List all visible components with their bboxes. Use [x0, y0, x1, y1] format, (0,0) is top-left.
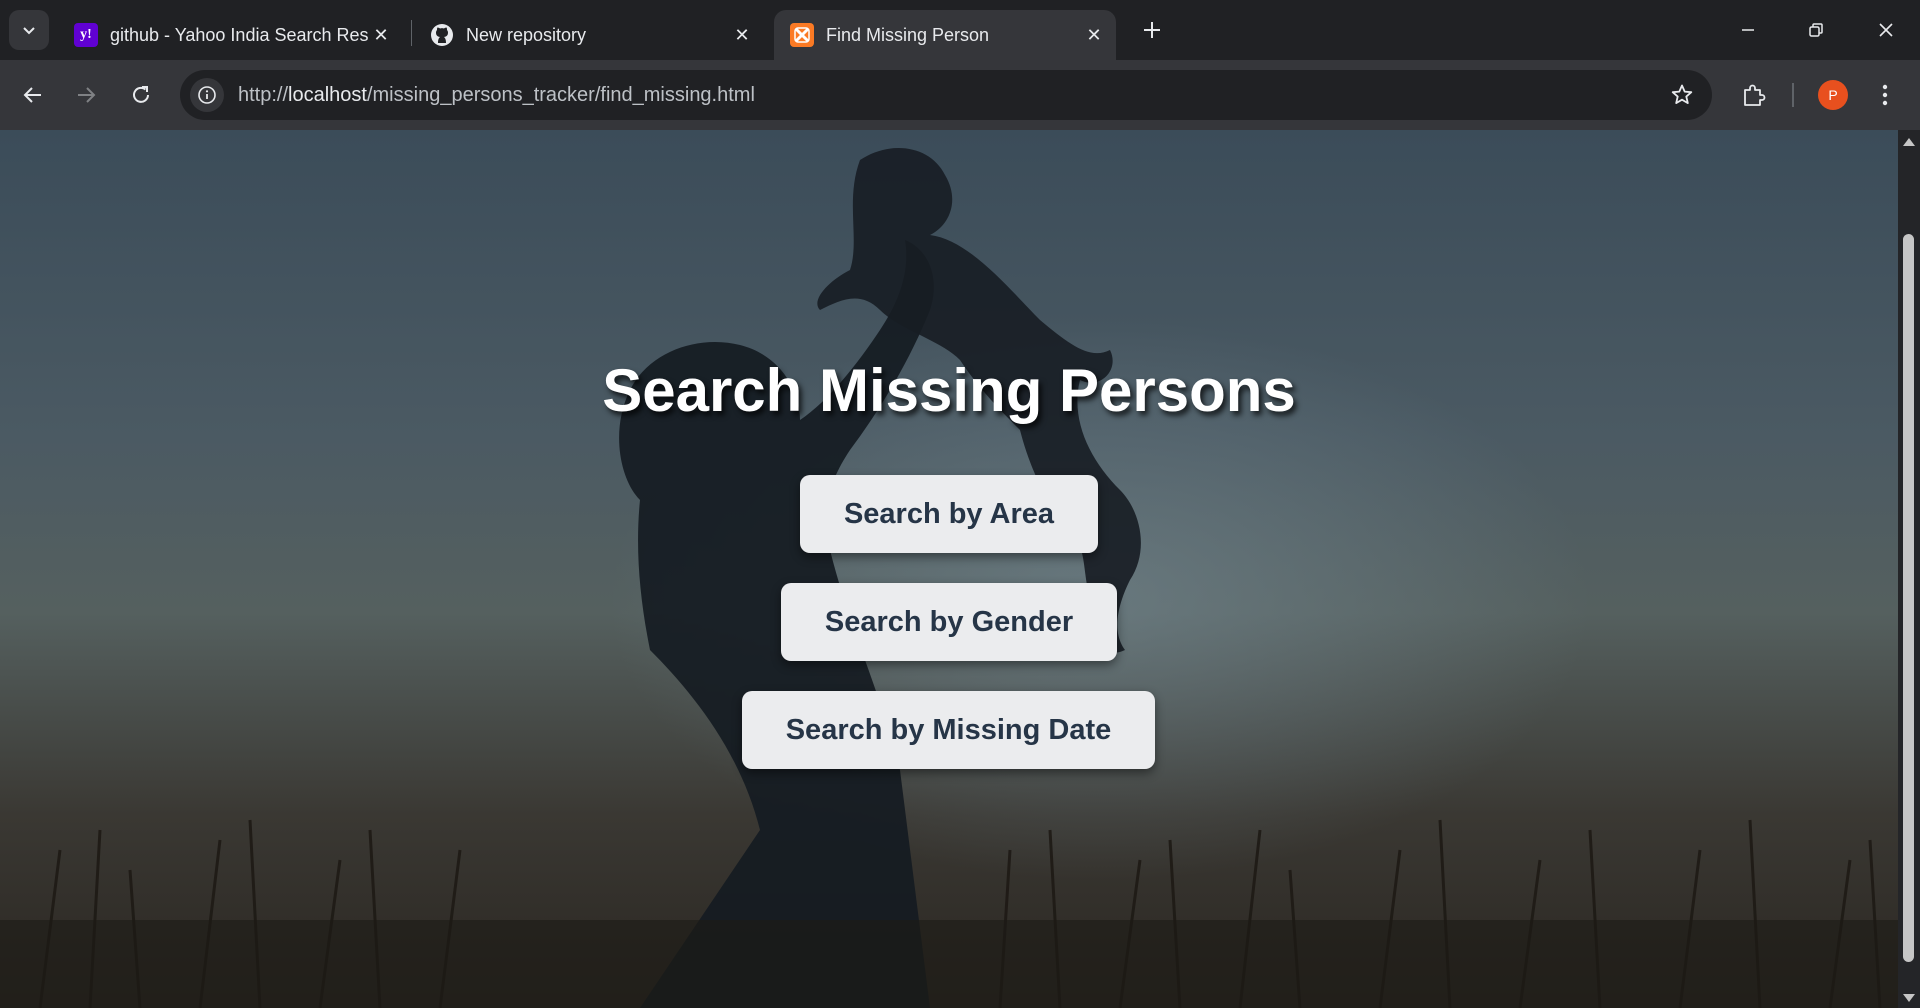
new-tab-button[interactable] [1136, 14, 1168, 46]
tab-title: github - Yahoo India Search Res [110, 24, 369, 45]
chevron-down-icon [23, 27, 35, 35]
scroll-down-arrow[interactable] [1898, 990, 1920, 1006]
close-icon[interactable]: ✕ [369, 23, 393, 47]
vertical-scrollbar[interactable] [1898, 130, 1920, 1008]
triangle-up-icon [1903, 138, 1915, 146]
tab-title: Find Missing Person [826, 24, 990, 45]
yahoo-icon: y! [74, 23, 98, 47]
star-icon [1671, 84, 1693, 104]
restore-icon [1809, 23, 1823, 37]
url-path: /missing_persons_tracker/find_missing.ht… [366, 83, 755, 106]
plus-icon [1144, 22, 1160, 38]
close-icon [1879, 23, 1893, 37]
address-bar[interactable]: http://localhost/missing_persons_tracker… [180, 70, 1712, 120]
back-button[interactable] [13, 75, 53, 115]
tab-new-repository[interactable]: New repository ✕ [414, 10, 764, 60]
bookmark-star-button[interactable] [1670, 83, 1694, 107]
search-by-gender-button[interactable]: Search by Gender [781, 583, 1117, 661]
menu-button[interactable] [1870, 77, 1900, 113]
page-title: Search Missing Persons [602, 357, 1296, 424]
search-by-missing-date-button[interactable]: Search by Missing Date [742, 691, 1155, 769]
close-icon[interactable]: ✕ [1082, 23, 1106, 47]
tab-yahoo-search[interactable]: y! github - Yahoo India Search Res ✕ [58, 10, 403, 60]
close-icon[interactable]: ✕ [730, 23, 754, 47]
tab-title: New repository [466, 24, 587, 45]
arrow-left-icon [23, 87, 41, 103]
xampp-icon [790, 23, 814, 47]
tab-divider [411, 20, 412, 46]
extensions-button[interactable] [1736, 77, 1772, 113]
url-text[interactable]: http://localhost/missing_persons_tracker… [238, 84, 755, 107]
more-vert-icon [1882, 84, 1888, 106]
toolbar-divider [1792, 83, 1794, 107]
search-by-area-button[interactable]: Search by Area [800, 475, 1098, 553]
minimize-icon [1742, 29, 1754, 31]
restore-button[interactable] [1786, 8, 1846, 52]
info-icon [198, 86, 216, 104]
triangle-down-icon [1903, 994, 1915, 1002]
close-window-button[interactable] [1856, 8, 1916, 52]
tab-strip: y! github - Yahoo India Search Res ✕ New… [0, 0, 1920, 60]
page-content: Search Missing Persons Search by Area Se… [0, 130, 1898, 1008]
puzzle-icon [1744, 84, 1766, 106]
url-scheme: http:// [238, 83, 289, 106]
profile-avatar[interactable]: P [1818, 80, 1848, 110]
forward-button[interactable] [66, 75, 106, 115]
reload-button[interactable] [121, 75, 161, 115]
scroll-up-arrow[interactable] [1898, 134, 1920, 150]
browser-toolbar: http://localhost/missing_persons_tracker… [0, 60, 1920, 130]
tab-find-missing-person[interactable]: Find Missing Person ✕ [774, 10, 1116, 60]
tab-search-button[interactable] [9, 10, 49, 50]
page-viewport: Search Missing Persons Search by Area Se… [0, 130, 1898, 1008]
arrow-right-icon [78, 87, 96, 103]
url-host: localhost [288, 83, 367, 106]
github-icon [430, 23, 454, 47]
site-info-button[interactable] [190, 78, 224, 112]
browser-window: y! github - Yahoo India Search Res ✕ New… [0, 0, 1920, 1008]
scrollbar-thumb[interactable] [1903, 234, 1914, 962]
minimize-button[interactable] [1718, 8, 1778, 52]
reload-icon [133, 86, 149, 103]
